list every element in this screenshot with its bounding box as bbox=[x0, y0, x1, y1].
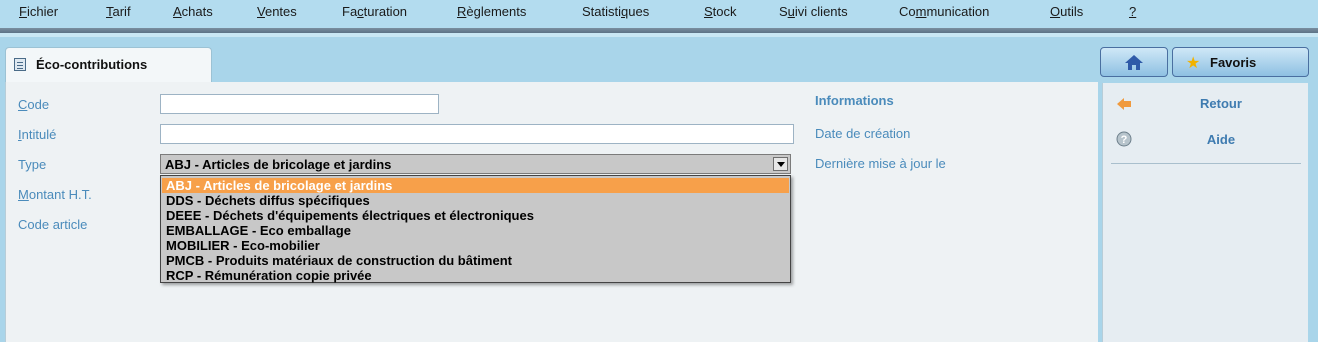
side-divider bbox=[1111, 163, 1301, 164]
star-icon: ★ bbox=[1186, 55, 1201, 72]
menu-help[interactable]: ? bbox=[1129, 4, 1136, 19]
document-icon bbox=[14, 58, 26, 71]
retour-button[interactable]: Retour bbox=[1103, 89, 1309, 119]
code-input[interactable] bbox=[160, 94, 439, 114]
code-article-label: Code article bbox=[18, 217, 88, 232]
intitule-input[interactable] bbox=[160, 124, 794, 144]
dropdown-option-abj[interactable]: ABJ - Articles de bricolage et jardins bbox=[162, 178, 789, 193]
favoris-button[interactable]: ★ Favoris bbox=[1172, 47, 1309, 77]
tab-eco-contributions[interactable]: Éco-contributions bbox=[5, 47, 212, 82]
menu-suivi-clients[interactable]: Suivi clients bbox=[779, 4, 848, 19]
favoris-label: Favoris bbox=[1210, 55, 1257, 70]
menu-tarif[interactable]: Tarif bbox=[106, 4, 131, 19]
type-select-value: ABJ - Articles de bricolage et jardins bbox=[165, 157, 392, 172]
type-label: Type bbox=[18, 157, 47, 172]
tab-label: Éco-contributions bbox=[36, 57, 148, 72]
menu-divider-light bbox=[0, 33, 1318, 37]
menu-stock[interactable]: Stock bbox=[704, 4, 737, 19]
home-icon bbox=[1125, 55, 1143, 70]
side-panel: Retour ? Aide bbox=[1102, 83, 1308, 342]
dropdown-option-emballage[interactable]: EMBALLAGE - Eco emballage bbox=[162, 223, 789, 238]
menu-statistiques[interactable]: Statistiques bbox=[582, 4, 649, 19]
montant-label: Montant H.T. bbox=[18, 187, 92, 202]
retour-label: Retour bbox=[1200, 96, 1242, 111]
type-dropdown-list: ABJ - Articles de bricolage et jardins D… bbox=[160, 175, 791, 283]
menu-ventes[interactable]: Ventes bbox=[257, 4, 297, 19]
dropdown-option-deee[interactable]: DEEE - Déchets d'équipements électriques… bbox=[162, 208, 789, 223]
menu-reglements[interactable]: Règlements bbox=[457, 4, 526, 19]
dropdown-option-pmcb[interactable]: PMCB - Produits matériaux de constructio… bbox=[162, 253, 789, 268]
aide-button[interactable]: ? Aide bbox=[1103, 125, 1309, 155]
chevron-down-icon[interactable] bbox=[773, 157, 788, 171]
menu-communication[interactable]: Communication bbox=[899, 4, 989, 19]
menu-fichier[interactable]: Fichier bbox=[19, 4, 58, 19]
menu-facturation[interactable]: Facturation bbox=[342, 4, 407, 19]
aide-label: Aide bbox=[1206, 132, 1236, 147]
dropdown-option-mobilier[interactable]: MOBILIER - Eco-mobilier bbox=[162, 238, 789, 253]
dropdown-option-dds[interactable]: DDS - Déchets diffus spécifiques bbox=[162, 193, 789, 208]
informations-title: Informations bbox=[815, 93, 894, 108]
code-label: Code bbox=[18, 97, 50, 112]
dropdown-option-rcp[interactable]: RCP - Rémunération copie privée bbox=[162, 268, 789, 283]
intitule-label: Intitulé bbox=[18, 127, 57, 142]
type-select[interactable]: ABJ - Articles de bricolage et jardins bbox=[160, 154, 791, 174]
menu-outils[interactable]: Outils bbox=[1050, 4, 1083, 19]
date-creation-label: Date de création bbox=[815, 126, 911, 141]
menu-bar: Fichier Tarif Achats Ventes Facturation … bbox=[0, 0, 1318, 28]
derniere-maj-label: Dernière mise à jour le bbox=[815, 156, 946, 171]
right-edge bbox=[1308, 83, 1318, 342]
menu-achats[interactable]: Achats bbox=[173, 4, 213, 19]
home-button[interactable] bbox=[1100, 47, 1168, 77]
